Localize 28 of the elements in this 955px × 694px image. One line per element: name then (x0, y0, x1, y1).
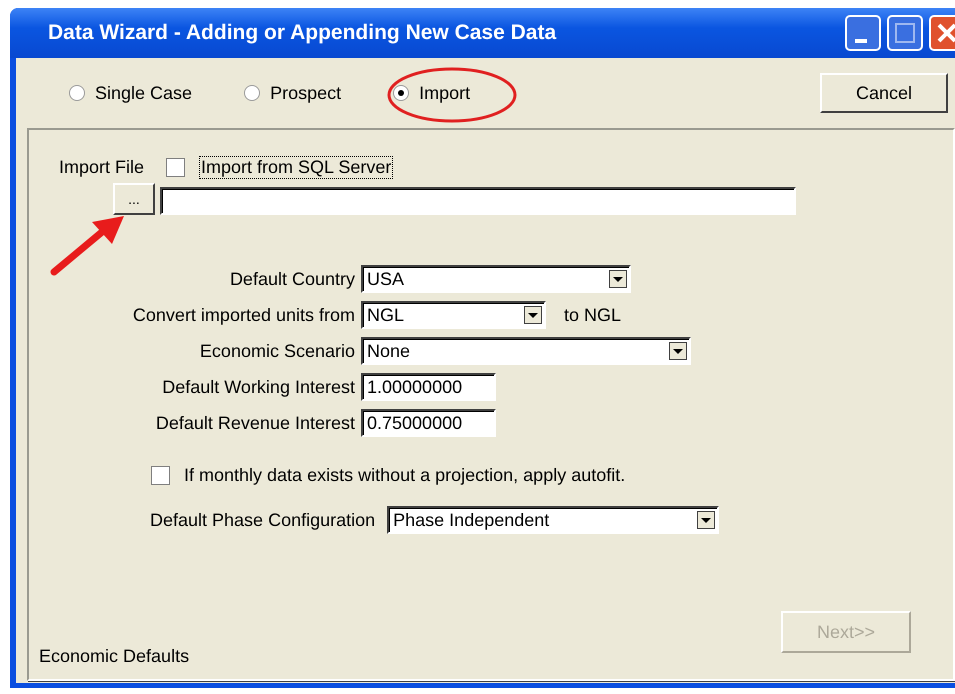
import-file-label: Import File (59, 157, 144, 178)
autofit-label: If monthly data exists without a projection, apply autofit. (184, 465, 626, 486)
sql-checkbox[interactable] (166, 158, 186, 177)
window-title: Data Wizard - Adding or Appending New Case Data (48, 21, 556, 45)
autofit-checkbox[interactable] (151, 466, 170, 485)
phase-configuration-label: Default Phase Configuration (150, 510, 376, 530)
field-label: Default Country (228, 268, 355, 290)
field-label: Default Working Interest (161, 376, 355, 398)
sql-checkbox-label[interactable]: Import from SQL Server (199, 156, 394, 179)
mode-radio[interactable]: Prospect (244, 82, 342, 104)
maximize-icon[interactable] (887, 15, 923, 51)
phase-dropdown[interactable]: Phase Independent (387, 506, 720, 534)
section-label: Economic Defaults (39, 646, 190, 667)
dropdown[interactable]: NGL (361, 301, 546, 329)
browse-button[interactable]: ... (113, 183, 155, 215)
dropdown[interactable]: None (361, 337, 691, 365)
input-field[interactable]: 1.00000000 (361, 373, 496, 401)
cancel-button[interactable]: Cancel (820, 73, 948, 113)
close-icon[interactable] (929, 15, 955, 51)
file-path-field[interactable] (160, 187, 796, 215)
field-label: Economic Scenario (198, 340, 355, 362)
unit-label: to NGL (564, 304, 622, 326)
mode-radio[interactable]: Single Case (69, 82, 192, 104)
minimize-icon[interactable] (845, 15, 881, 51)
field-label: Convert imported units from (132, 304, 355, 326)
field-label: Default Revenue Interest (154, 412, 355, 434)
input-field[interactable]: 0.75000000 (361, 409, 496, 437)
dropdown[interactable]: USA (361, 265, 631, 293)
